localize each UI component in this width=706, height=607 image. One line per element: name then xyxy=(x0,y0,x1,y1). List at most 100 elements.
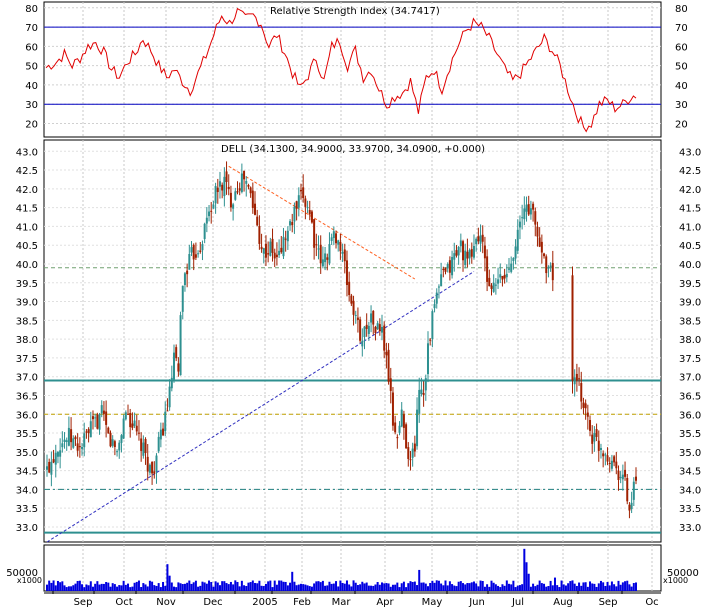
volume-bar xyxy=(411,582,414,591)
x-axis-month-label: Jun xyxy=(468,597,485,607)
volume-bar xyxy=(488,586,491,591)
price-y-tick-left: 37.0 xyxy=(16,373,38,384)
volume-bar xyxy=(59,582,62,591)
volume-bar xyxy=(593,583,596,591)
price-candle-body xyxy=(63,439,66,442)
volume-bar xyxy=(245,585,248,591)
volume-bar xyxy=(455,586,458,591)
volume-bar xyxy=(238,586,241,591)
volume-bar xyxy=(133,582,136,591)
price-candle-body xyxy=(70,429,73,443)
price-candle-body xyxy=(339,242,342,252)
price-candle-body xyxy=(223,176,226,197)
price-candle-body xyxy=(551,263,554,281)
price-y-tick-right: 35.5 xyxy=(679,429,701,440)
price-y-tick-left: 43.0 xyxy=(16,147,38,158)
price-candle-body xyxy=(516,229,519,251)
price-candle-body xyxy=(413,443,416,452)
price-candle-body xyxy=(271,238,274,253)
price-candle-body xyxy=(422,392,425,395)
volume-bar xyxy=(628,584,631,591)
volume-bar xyxy=(229,581,232,591)
volume-bar xyxy=(214,581,217,591)
price-y-tick-right: 33.5 xyxy=(679,504,701,515)
volume-bar xyxy=(140,587,143,591)
volume-bar xyxy=(170,582,173,591)
volume-bar xyxy=(232,584,235,591)
volume-bar xyxy=(540,583,543,591)
price-candle-body xyxy=(256,216,259,226)
volume-bar xyxy=(100,583,103,591)
price-y-tick-left: 40.0 xyxy=(16,260,38,271)
price-candle-body xyxy=(543,253,546,257)
price-candle-body xyxy=(269,241,272,256)
volume-bar xyxy=(354,582,357,591)
volume-bar xyxy=(56,580,59,591)
volume-bar xyxy=(440,583,443,591)
price-candle-body xyxy=(194,254,197,258)
volume-bar xyxy=(54,585,57,591)
price-candle-body xyxy=(499,274,502,278)
price-candle-body xyxy=(293,206,296,222)
volume-bar xyxy=(534,586,537,591)
price-candle-body xyxy=(240,173,243,193)
rsi-y-tick-right: 80 xyxy=(675,4,688,15)
volume-bar xyxy=(87,585,90,591)
volume-bar xyxy=(63,585,66,591)
price-candle-body xyxy=(586,412,589,417)
price-candle-body xyxy=(378,324,381,332)
price-y-tick-left: 39.0 xyxy=(16,298,38,309)
price-candle-body xyxy=(94,417,97,419)
price-candle-body xyxy=(310,211,313,223)
volume-bar xyxy=(81,584,84,591)
volume-bar xyxy=(617,580,620,591)
volume-bar xyxy=(391,584,394,591)
volume-bar xyxy=(313,583,316,591)
volume-bar xyxy=(78,580,81,591)
price-candle-body xyxy=(326,257,329,260)
price-y-tick-left: 42.5 xyxy=(16,166,38,177)
volume-bar xyxy=(352,580,355,591)
price-candle-body xyxy=(580,383,583,402)
price-y-tick-left: 38.5 xyxy=(16,316,38,327)
price-y-tick-left: 37.5 xyxy=(16,354,38,365)
price-candle-body xyxy=(409,459,412,461)
price-candle-body xyxy=(391,392,394,426)
price-candle-body xyxy=(389,378,392,391)
price-y-tick-right: 38.5 xyxy=(679,316,701,327)
price-candle-body xyxy=(462,241,465,261)
volume-bar xyxy=(516,585,519,591)
volume-bar xyxy=(177,582,180,591)
rsi-title: Relative Strength Index (34.7417) xyxy=(270,6,440,17)
volume-bar xyxy=(335,581,338,591)
price-candle-body xyxy=(212,204,215,209)
price-candle-body xyxy=(286,230,289,242)
x-axis-month-label: Sep xyxy=(74,597,93,607)
x-axis-month-label: Dec xyxy=(203,597,222,607)
volume-bar xyxy=(328,581,331,591)
volume-bar xyxy=(543,583,546,591)
price-candle-body xyxy=(109,432,112,447)
price-candle-body xyxy=(166,410,169,412)
volume-bar xyxy=(525,562,528,591)
volume-bar xyxy=(400,583,403,591)
price-y-tick-right: 38.0 xyxy=(679,335,701,346)
price-candle-body xyxy=(457,246,460,256)
price-candle-body xyxy=(78,446,81,448)
price-candle-body xyxy=(442,268,445,271)
price-candle-body xyxy=(387,349,390,382)
volume-bar xyxy=(109,586,112,591)
price-candle-body xyxy=(98,414,101,430)
price-candle-body xyxy=(52,459,55,463)
price-candle-body xyxy=(91,416,94,420)
price-candle-body xyxy=(437,286,440,288)
volume-bar xyxy=(299,583,302,591)
volume-bar xyxy=(98,584,101,591)
price-y-tick-right: 39.0 xyxy=(679,298,701,309)
price-candle-body xyxy=(621,474,624,480)
volume-bar xyxy=(571,580,574,591)
price-candle-body xyxy=(144,439,147,454)
volume-bar xyxy=(602,582,605,591)
volume-bar xyxy=(295,585,298,591)
volume-bar xyxy=(243,585,246,591)
